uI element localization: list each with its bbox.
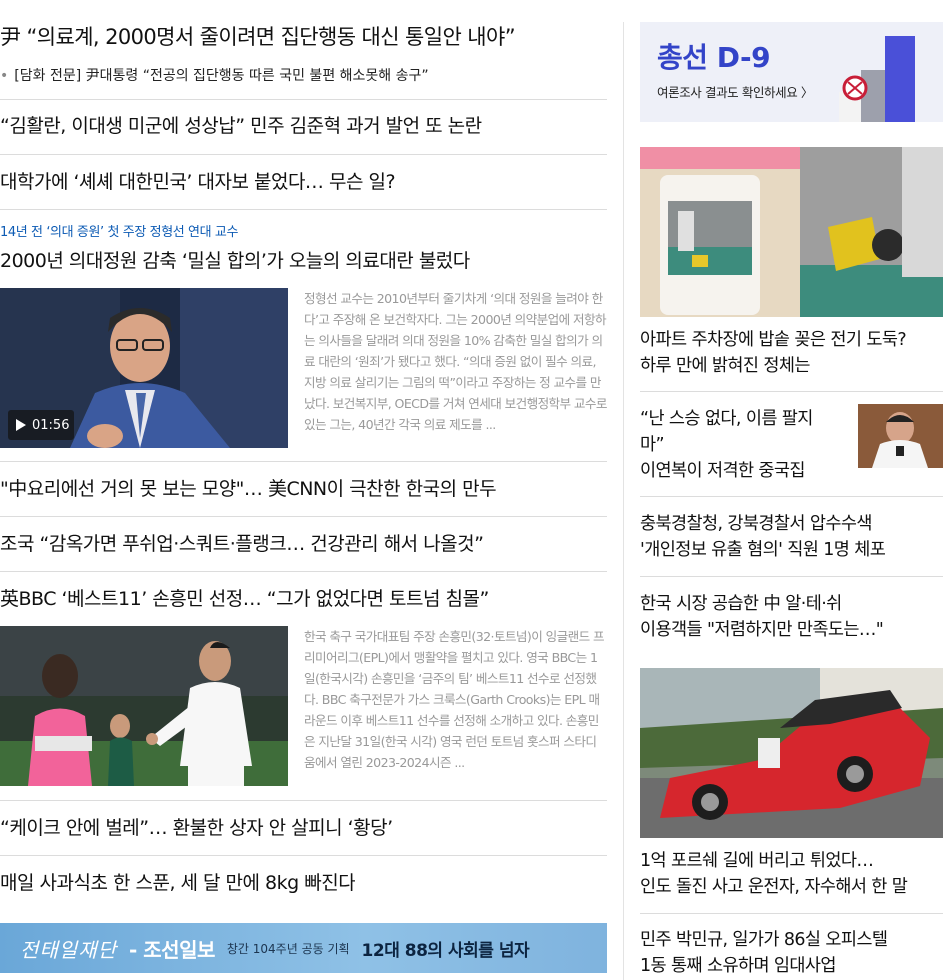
banner-foundation-logo: 전태일재단: [20, 937, 117, 962]
bar-chart-icon: [839, 36, 915, 122]
divider: [0, 800, 607, 801]
headline-line: 하루 만에 밝혀진 정체는: [640, 356, 810, 376]
divider: [0, 209, 607, 210]
headline-line: 인도 돌진 사고 운전자, 자수해서 한 말: [640, 877, 908, 897]
parking-lot-photo: [640, 147, 943, 317]
headline-link[interactable]: “김활란, 이대생 미군에 성상납” 민주 김준혁 과거 발언 또 논란: [0, 113, 482, 139]
ad-link-text: 여론조사 결과도 확인하세요 〉: [657, 85, 814, 100]
headline-link[interactable]: 충북경찰청, 강북경찰서 압수수색 '개인정보 유출 혐의' 직원 1명 체포: [640, 511, 886, 563]
article-thumbnail[interactable]: [0, 626, 288, 786]
headline-link[interactable]: 대학가에 ‘셰셰 대한민국’ 대자보 붙었다… 무슨 일?: [0, 169, 395, 195]
divider: [0, 571, 607, 572]
headline-line: 1동 통째 소유하며 임대사업: [640, 956, 837, 976]
divider: [0, 154, 607, 155]
headline-line: 마”: [640, 435, 665, 455]
headline-line: 한국 시장 공습한 中 알·테·쉬: [640, 594, 842, 614]
banner-newspaper-logo: - 조선일보: [129, 937, 215, 962]
column-divider: [623, 22, 624, 980]
divider: [640, 913, 943, 914]
divider: [640, 391, 943, 392]
headline-link[interactable]: “케이크 안에 벌레”… 환불한 상자 안 살피니 ‘황당’: [0, 815, 393, 841]
divider: [0, 99, 607, 100]
bullet-icon: •: [0, 68, 9, 84]
headline-link[interactable]: “난 스승 없다, 이름 팔지 마” 이연복이 저격한 중국집: [640, 406, 845, 484]
ad-title: 총선 D-9: [657, 41, 771, 74]
headline-line: 1억 포르쉐 길에 버리고 튀었다…: [640, 851, 874, 871]
soccer-photo: [0, 626, 288, 786]
headline-link[interactable]: 2000년 의대정원 감축 ‘밀실 합의’가 오늘의 의료대란 불렀다: [0, 248, 470, 274]
headline-link[interactable]: "中요리에선 거의 못 보는 모양"… 美CNN이 극찬한 한국의 만두: [0, 476, 496, 502]
article-summary[interactable]: 정형선 교수는 2010년부터 줄기차게 ‘의대 정원을 늘려야 한다’고 주장…: [304, 288, 607, 435]
headline-link[interactable]: 민주 박민규, 일가가 86실 오피스텔 1동 통째 소유하며 임대사업: [640, 927, 888, 979]
headline-line: “난 스승 없다, 이름 팔지: [640, 409, 813, 429]
headline-link[interactable]: 尹 “의료계, 2000명서 줄이려면 집단행동 대신 통일안 내야”: [0, 24, 515, 50]
headline-line: 이연복이 저격한 중국집: [640, 461, 806, 481]
video-duration: 01:56: [32, 417, 70, 433]
article-thumbnail[interactable]: [640, 668, 943, 838]
divider: [640, 576, 943, 577]
divider: [0, 516, 607, 517]
article-thumbnail[interactable]: [640, 147, 943, 317]
banner-subtitle: 창간 104주년 공동 기획: [226, 941, 350, 956]
related-link[interactable]: • [담화 전문] 尹대통령 “전공의 집단행동 따른 국민 불편 해소못해 송구…: [0, 66, 429, 86]
related-link-text: [담화 전문] 尹대통령 “전공의 집단행동 따른 국민 불편 해소못해 송구”: [14, 68, 429, 84]
headline-line: 충북경찰청, 강북경찰서 압수수색: [640, 514, 872, 534]
divider: [640, 496, 943, 497]
headline-link[interactable]: 1억 포르쉐 길에 버리고 튀었다… 인도 돌진 사고 운전자, 자수해서 한 …: [640, 848, 908, 900]
banner-title: 12대 88의 사회를 넘자: [361, 940, 530, 961]
divider: [0, 461, 607, 462]
headline-line: 민주 박민규, 일가가 86실 오피스텔: [640, 930, 888, 950]
campaign-banner[interactable]: 전태일재단 - 조선일보 창간 104주년 공동 기획 12대 88의 사회를 …: [0, 923, 607, 973]
headline-link[interactable]: 매일 사과식초 한 스푼, 세 달 만에 8kg 빠진다: [0, 870, 355, 896]
kicker-label: 14년 전 ‘의대 증원’ 첫 주장 정형선 연대 교수: [0, 225, 239, 240]
chef-photo: [858, 404, 943, 468]
headline-link[interactable]: 아파트 주차장에 밥솥 꽂은 전기 도둑? 하루 만에 밝혀진 정체는: [640, 327, 907, 379]
divider: [0, 855, 607, 856]
article-video-thumbnail[interactable]: 01:56: [0, 288, 288, 448]
headline-link[interactable]: 한국 시장 공습한 中 알·테·쉬 이용객들 "저렴하지만 만족도는…": [640, 591, 884, 643]
play-icon: [16, 419, 26, 431]
headline-link[interactable]: 英BBC ‘베스트11’ 손흥민 선정… “그가 없었다면 토트넘 침몰”: [0, 586, 489, 612]
video-play-button[interactable]: 01:56: [8, 410, 74, 440]
headline-line: '개인정보 유출 혐의' 직원 1명 체포: [640, 540, 886, 560]
headline-line: 아파트 주차장에 밥솥 꽂은 전기 도둑?: [640, 330, 907, 350]
headline-link[interactable]: 조국 “감옥가면 푸쉬업·스쿼트·플랭크… 건강관리 해서 나올것”: [0, 531, 484, 557]
headline-line: 이용객들 "저렴하지만 만족도는…": [640, 620, 884, 640]
crashed-car-photo: [640, 668, 943, 838]
article-summary[interactable]: 한국 축구 국가대표팀 주장 손흥민(32·토트넘)이 잉글랜드 프리미어리그(…: [304, 626, 607, 773]
election-ad-banner[interactable]: 총선 D-9 여론조사 결과도 확인하세요 〉: [640, 22, 943, 122]
article-thumbnail[interactable]: [858, 404, 943, 468]
